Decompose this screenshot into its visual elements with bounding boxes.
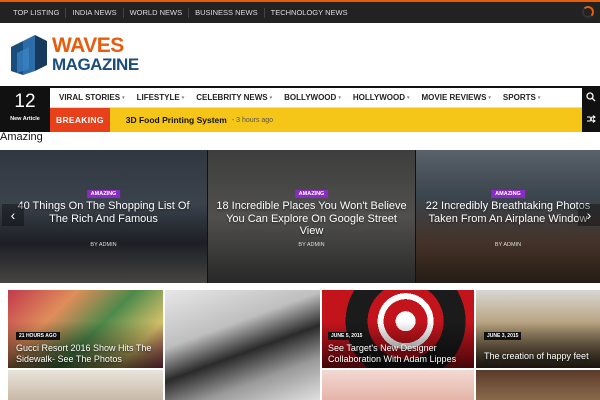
article-tile-image[interactable]: [8, 370, 163, 400]
date-caption: New Article: [10, 116, 40, 122]
tile-date: JUNE 5, 2015: [328, 332, 366, 340]
top-nav-item[interactable]: BUSINESS NEWS: [189, 7, 265, 18]
chevron-down-icon: ▾: [338, 94, 341, 101]
tile-date: JUNE 3, 2015: [484, 332, 522, 340]
logo-line-2: MAGAZINE: [52, 55, 139, 74]
tile-title[interactable]: The creation of happy feet: [484, 351, 600, 362]
slide[interactable]: AMAZING 40 Things On The Shopping List O…: [0, 150, 207, 283]
featured-slider: AMAZING 40 Things On The Shopping List O…: [0, 150, 600, 283]
article-tile[interactable]: JUNE 5, 2015 See Target's New Designer C…: [322, 290, 474, 368]
chevron-down-icon: ▾: [181, 94, 185, 101]
top-nav-item[interactable]: TECHNOLOGY NEWS: [265, 8, 354, 18]
slide[interactable]: AMAZING 22 Incredibly Breathtaking Photo…: [416, 150, 600, 283]
nav-item-celebrity-news[interactable]: CELEBRITY NEWS ▾: [190, 93, 278, 102]
breaking-headline[interactable]: 3D Food Printing System: [110, 115, 227, 125]
slide-title[interactable]: 18 Incredible Places You Won't Believe Y…: [208, 200, 415, 238]
top-nav-item[interactable]: TOP LISTING: [7, 7, 67, 18]
top-bar: TOP LISTING INDIA NEWS WORLD NEWS BUSINE…: [0, 0, 600, 23]
chevron-down-icon: ▾: [122, 94, 125, 101]
chevron-down-icon: ▾: [406, 94, 410, 101]
breaking-time: - 3 hours ago: [231, 116, 274, 124]
section-title: Amazing: [0, 131, 43, 143]
article-tile-image[interactable]: [322, 370, 474, 400]
nav-item-hollywood[interactable]: HOLLYWOOD ▾: [347, 93, 416, 102]
article-tile[interactable]: 21 HOURS AGO Gucci Resort 2016 Show Hits…: [8, 290, 163, 368]
chevron-down-icon: ▾: [488, 94, 491, 101]
tile-title[interactable]: Gucci Resort 2016 Show Hits The Sidewalk…: [16, 343, 161, 364]
article-grid: 21 HOURS AGO Gucci Resort 2016 Show Hits…: [0, 290, 600, 400]
date-day: 12: [14, 91, 36, 112]
slide-title[interactable]: 40 Things On The Shopping List Of The Ri…: [0, 200, 207, 225]
slider-next-button[interactable]: ›: [578, 204, 600, 226]
logo-mark-icon: [11, 35, 47, 75]
nav-item-sports[interactable]: SPORTS ▾: [497, 93, 546, 102]
top-nav-item[interactable]: INDIA NEWS: [66, 7, 124, 18]
logo-line-1: WAVES: [52, 34, 124, 57]
main-nav: VIRAL STORIES ▾ LIFESTYLE ▾ CELEBRITY NEWS…: [50, 86, 582, 108]
shuffle-icon[interactable]: [582, 108, 600, 130]
chevron-down-icon: ▾: [269, 94, 273, 101]
article-tile-image[interactable]: [165, 290, 320, 400]
page: TOP LISTING INDIA NEWS WORLD NEWS BUSINE…: [0, 0, 600, 400]
date-box: 12 New Article: [0, 86, 50, 132]
search-icon[interactable]: [582, 86, 600, 108]
tile-date: 21 HOURS AGO: [16, 332, 60, 340]
breaking-label: BREAKING: [50, 108, 110, 132]
tile-title[interactable]: See Target's New Designer Collaboration …: [328, 343, 474, 364]
slide-category-badge[interactable]: AMAZING: [491, 190, 525, 198]
slide-category-badge[interactable]: AMAZING: [294, 190, 329, 198]
nav-item-bollywood[interactable]: BOLLYWOOD ▾: [278, 93, 347, 102]
slide-byline: BY ADMIN: [494, 242, 522, 248]
slide-title[interactable]: 22 Incredibly Breathtaking Photos Taken …: [416, 200, 600, 225]
breaking-news-bar: BREAKING 3D Food Printing System - 3 hou…: [50, 108, 582, 132]
slide-byline: BY ADMIN: [90, 242, 117, 248]
article-tile-image[interactable]: [476, 370, 600, 400]
chevron-down-icon: ▾: [537, 94, 541, 101]
slide[interactable]: AMAZING 18 Incredible Places You Won't B…: [208, 150, 415, 283]
tile-overlay: [165, 290, 320, 400]
slider-prev-button[interactable]: ‹: [2, 204, 24, 226]
top-nav-item[interactable]: WORLD NEWS: [124, 7, 190, 18]
navigation-bar: 12 New Article VIRAL STORIES ▾ LIFESTYLE ▾…: [0, 86, 600, 132]
site-logo[interactable]: WAVES MAGAZINE: [9, 35, 144, 77]
slide-byline: BY ADMIN: [298, 242, 325, 248]
side-icons: [582, 86, 600, 132]
nav-item-viral-stories[interactable]: VIRAL STORIES ▾: [53, 93, 131, 102]
nav-item-lifestyle[interactable]: LIFESTYLE ▾: [131, 93, 191, 102]
site-header: WAVES MAGAZINE: [0, 23, 600, 86]
logo-text: WAVES MAGAZINE: [52, 34, 139, 74]
slide-category-badge[interactable]: AMAZING: [86, 190, 121, 198]
loader-icon: [582, 6, 594, 18]
article-tile[interactable]: JUNE 3, 2015 The creation of happy feet: [476, 290, 600, 368]
nav-item-movie-reviews[interactable]: MOVIE REVIEWS ▾: [416, 93, 497, 102]
